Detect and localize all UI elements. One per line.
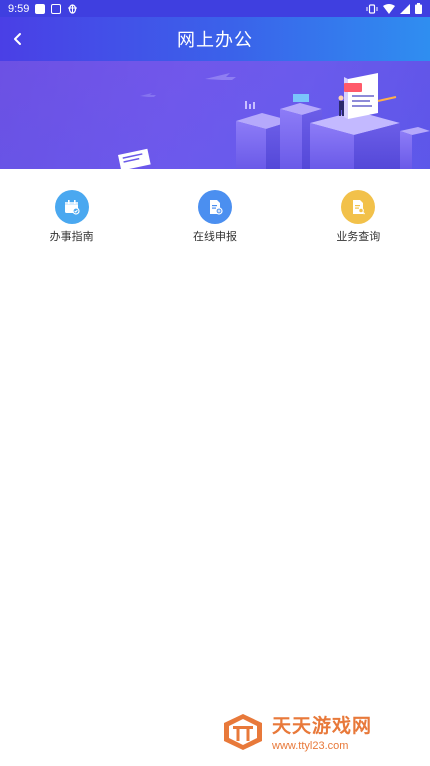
- watermark-title: 天天游戏网: [272, 715, 373, 737]
- image-icon: [51, 3, 62, 14]
- quick-action-guide[interactable]: 办事指南: [0, 169, 143, 249]
- quick-actions: 办事指南 在线申报 业务查询: [0, 169, 430, 249]
- banner: [0, 61, 430, 169]
- document-search-icon: [341, 190, 376, 224]
- quick-action-query[interactable]: 业务查询: [287, 169, 430, 249]
- watermark: 天天游戏网 www.ttyl23.com: [208, 697, 430, 766]
- tt-logo: [224, 713, 262, 750]
- notification-square-icon: [35, 3, 46, 14]
- status-time: 9:59: [8, 2, 30, 15]
- watermark-url: www.ttyl23.com: [272, 740, 349, 752]
- page-title: 网上办公: [177, 30, 253, 51]
- wifi-icon: [383, 3, 395, 14]
- quick-action-label: 办事指南: [49, 230, 94, 243]
- status-right: [366, 3, 422, 14]
- signal-icon: [400, 3, 410, 14]
- app-bar: 网上办公: [0, 17, 430, 61]
- quick-action-apply[interactable]: 在线申报: [143, 169, 286, 249]
- battery-icon: [415, 3, 422, 14]
- quick-action-label: 在线申报: [192, 230, 237, 243]
- back-button[interactable]: [6, 27, 30, 51]
- calendar-check-icon: [54, 190, 89, 224]
- status-bar: 9:59: [0, 0, 430, 17]
- watermark-text: 天天游戏网 www.ttyl23.com: [272, 711, 372, 752]
- quick-action-label: 业务查询: [336, 230, 381, 243]
- status-left: 9:59: [8, 3, 78, 15]
- banner-illustration: [0, 61, 430, 169]
- document-submit-icon: [197, 190, 232, 224]
- vibrate-icon: [366, 3, 378, 14]
- chevron-left-icon: [14, 33, 21, 45]
- bug-icon: [68, 4, 78, 14]
